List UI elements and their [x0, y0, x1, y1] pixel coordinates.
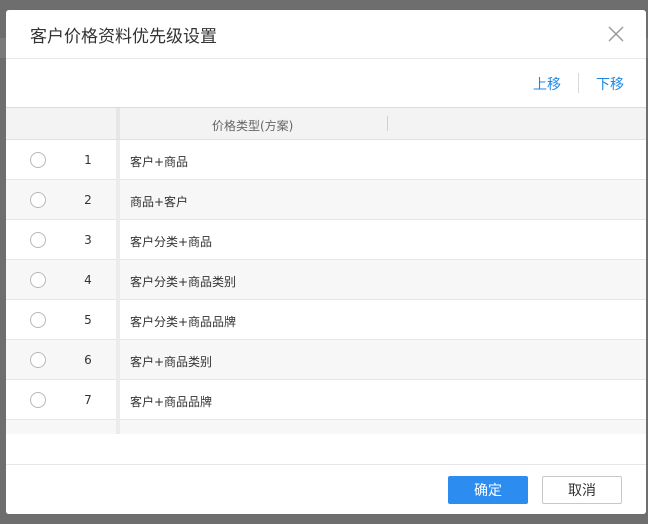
dialog-title: 客户价格资料优先级设置 [30, 27, 217, 47]
row-price-type: 客户+商品品牌 [130, 395, 213, 409]
empty-row [6, 420, 646, 434]
row-price-type: 客户分类+商品类别 [130, 275, 237, 289]
toolbar-divider [578, 73, 579, 93]
row-price-type: 客户+商品 [130, 155, 189, 169]
row-number: 4 [84, 273, 92, 287]
row-radio[interactable] [30, 192, 46, 208]
table-row[interactable]: 7 客户+商品品牌 [6, 380, 646, 420]
row-price-type: 客户+商品类别 [130, 355, 213, 369]
row-price-type: 客户分类+商品品牌 [130, 315, 237, 329]
row-price-type: 客户分类+商品 [130, 235, 213, 249]
move-up-button[interactable]: 上移 [533, 74, 561, 94]
move-down-button[interactable]: 下移 [596, 74, 624, 94]
dialog-header: 客户价格资料优先级设置 [6, 10, 646, 59]
dialog-footer: 确定 取消 [6, 464, 646, 514]
cancel-button[interactable]: 取消 [542, 476, 622, 504]
row-number: 5 [84, 313, 92, 327]
column-divider [116, 108, 120, 139]
row-radio[interactable] [30, 352, 46, 368]
row-radio[interactable] [30, 312, 46, 328]
row-number: 2 [84, 193, 92, 207]
column-header-price-type: 价格类型(方案) [212, 119, 294, 133]
priority-settings-dialog: 客户价格资料优先级设置 上移 下移 价格类型(方案) 1 客户+商品 2 商品+… [6, 10, 646, 514]
row-radio[interactable] [30, 392, 46, 408]
table-row[interactable]: 4 客户分类+商品类别 [6, 260, 646, 300]
row-number: 1 [84, 153, 92, 167]
column-resize-handle[interactable] [387, 116, 388, 131]
row-number: 6 [84, 353, 92, 367]
toolbar: 上移 下移 [6, 59, 646, 108]
row-radio[interactable] [30, 272, 46, 288]
table-row[interactable]: 1 客户+商品 [6, 140, 646, 180]
close-icon[interactable] [606, 24, 626, 44]
table-row[interactable]: 3 客户分类+商品 [6, 220, 646, 260]
table-row[interactable]: 5 客户分类+商品品牌 [6, 300, 646, 340]
row-radio[interactable] [30, 152, 46, 168]
table-row[interactable]: 6 客户+商品类别 [6, 340, 646, 380]
table-row[interactable]: 2 商品+客户 [6, 180, 646, 220]
confirm-button[interactable]: 确定 [448, 476, 528, 504]
column-divider [116, 140, 120, 434]
price-type-grid: 价格类型(方案) 1 客户+商品 2 商品+客户 3 客户分类+商品 4 客户分… [6, 108, 646, 434]
row-radio[interactable] [30, 232, 46, 248]
row-number: 7 [84, 393, 92, 407]
row-price-type: 商品+客户 [130, 195, 189, 209]
grid-header: 价格类型(方案) [6, 108, 646, 140]
row-number: 3 [84, 233, 92, 247]
